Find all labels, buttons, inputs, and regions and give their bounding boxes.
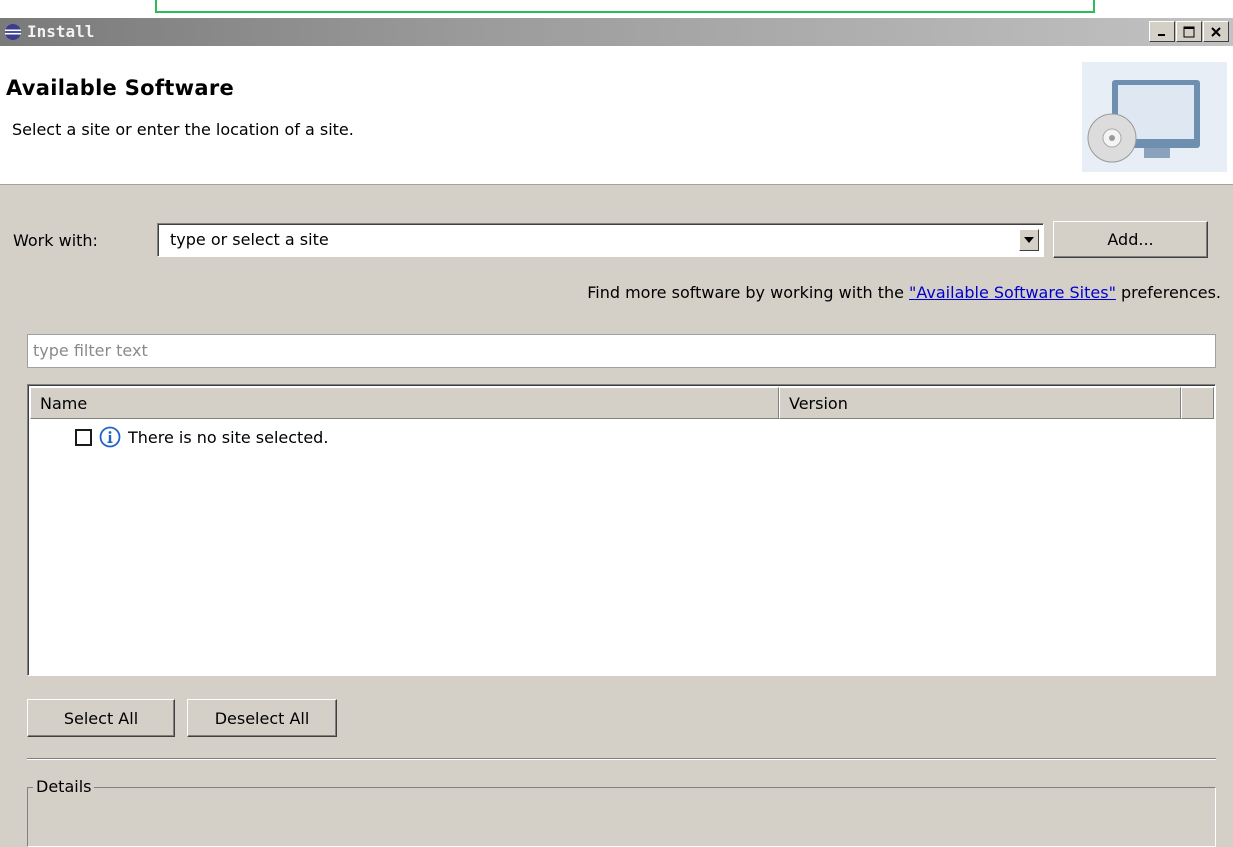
minimize-button[interactable]	[1149, 21, 1175, 42]
column-header-version-label: Version	[789, 394, 848, 413]
deselect-all-button[interactable]: Deselect All	[187, 699, 337, 737]
top-strip	[0, 0, 1233, 18]
details-group	[27, 787, 1216, 847]
dialog-header: Available Software Select a site or ente…	[0, 46, 1233, 185]
computer-cd-icon	[1082, 62, 1227, 172]
page-description: Select a site or enter the location of a…	[12, 120, 354, 139]
find-more-prefix: Find more software by working with the	[587, 283, 910, 302]
find-more-suffix: preferences.	[1115, 283, 1221, 302]
details-label: Details	[33, 777, 95, 796]
maximize-icon	[1183, 26, 1195, 37]
maximize-button[interactable]	[1176, 21, 1202, 42]
chevron-down-icon	[1024, 237, 1034, 243]
close-button[interactable]	[1203, 21, 1229, 42]
separator	[27, 758, 1216, 760]
work-with-value: type or select a site	[170, 230, 329, 249]
work-with-combo[interactable]: type or select a site	[157, 223, 1044, 257]
find-more-text: Find more software by working with the "…	[587, 283, 1221, 302]
software-table[interactable]: Name Version There is no site selected.	[27, 384, 1216, 676]
select-all-button[interactable]: Select All	[27, 699, 175, 737]
filter-input[interactable]: type filter text	[27, 334, 1216, 368]
filter-placeholder: type filter text	[33, 341, 148, 360]
column-header-version[interactable]: Version	[779, 387, 1181, 419]
page-title: Available Software	[6, 76, 235, 100]
info-icon	[99, 426, 121, 448]
window-title: Install	[27, 22, 95, 41]
eclipse-icon	[5, 24, 21, 40]
available-software-sites-link[interactable]: "Available Software Sites"	[909, 283, 1116, 302]
row-name: There is no site selected.	[128, 427, 329, 447]
combo-dropdown-button[interactable]	[1019, 229, 1039, 251]
column-header-name[interactable]: Name	[30, 387, 779, 419]
work-with-label: Work with:	[13, 231, 98, 250]
table-row[interactable]: There is no site selected.	[75, 423, 328, 451]
title-bar: Install	[0, 18, 1233, 46]
row-checkbox[interactable]	[75, 428, 92, 446]
highlight-box	[155, 0, 1095, 13]
column-header-name-label: Name	[40, 394, 88, 413]
close-icon	[1211, 26, 1221, 37]
add-site-button[interactable]: Add...	[1053, 221, 1208, 258]
column-header-filler	[1181, 387, 1214, 419]
minimize-icon	[1158, 33, 1165, 36]
